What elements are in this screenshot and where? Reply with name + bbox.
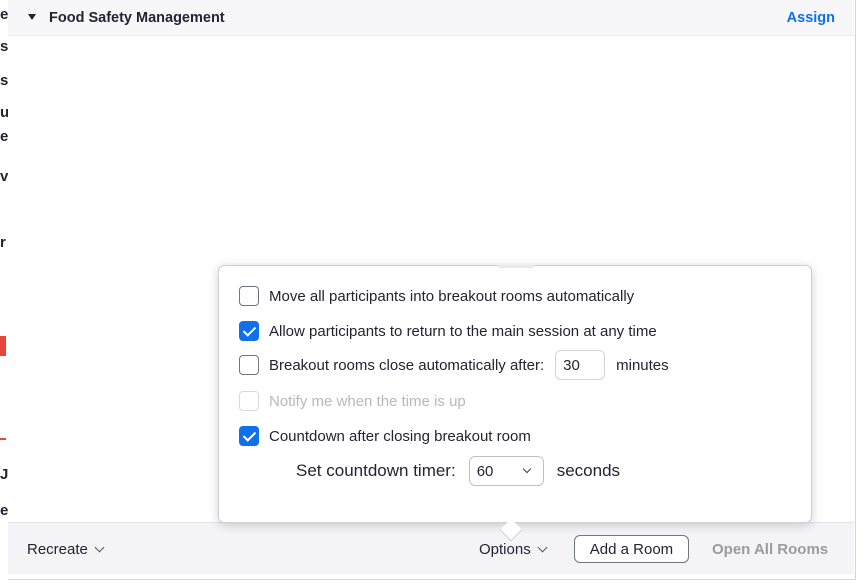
add-room-button[interactable]: Add a Room <box>574 535 689 563</box>
timer-label: Set countdown timer: <box>296 461 456 480</box>
options-button[interactable]: Options <box>479 541 548 558</box>
options-popup: Move all participants into breakout room… <box>218 265 812 542</box>
move-all-checkbox[interactable] <box>239 286 259 306</box>
option-countdown[interactable]: Countdown after closing breakout room <box>239 426 531 446</box>
recreate-label: Recreate <box>27 541 88 558</box>
countdown-checkbox[interactable] <box>239 426 259 446</box>
notify-checkbox <box>239 391 259 411</box>
option-notify: Notify me when the time is up <box>239 391 466 411</box>
collapse-triangle-icon[interactable] <box>28 14 36 20</box>
popup-notch <box>497 265 535 268</box>
countdown-timer-row: Set countdown timer: 60 seconds <box>296 456 620 486</box>
allow-return-checkbox[interactable] <box>239 321 259 341</box>
room-title: Food Safety Management <box>49 10 225 26</box>
open-all-rooms-button: Open All Rooms <box>712 541 829 558</box>
notify-label: Notify me when the time is up <box>269 392 466 410</box>
chevron-down-icon <box>537 542 548 553</box>
seconds-label: seconds <box>556 461 621 480</box>
option-move-all[interactable]: Move all participants into breakout room… <box>239 286 634 306</box>
options-label: Options <box>479 541 531 558</box>
timer-value: 60 <box>476 462 494 480</box>
assign-button[interactable]: Assign <box>787 10 835 26</box>
countdown-timer-select[interactable]: 60 <box>468 456 544 486</box>
option-auto-close[interactable]: Breakout rooms close automatically after… <box>239 350 669 380</box>
auto-close-minutes-input[interactable]: 30 <box>555 350 606 380</box>
footer-bar: Recreate Options Add a Room Open All Roo… <box>8 522 854 574</box>
countdown-label: Countdown after closing breakout room <box>269 427 531 445</box>
auto-close-label: Breakout rooms close automatically after… <box>269 356 545 374</box>
background-window-edge: e s s u e v r J e <box>0 0 8 588</box>
allow-return-label: Allow participants to return to the main… <box>269 322 657 340</box>
move-all-label: Move all participants into breakout room… <box>269 287 635 305</box>
auto-close-checkbox[interactable] <box>239 355 259 375</box>
chevron-down-icon <box>522 464 531 474</box>
chevron-down-icon <box>94 542 105 553</box>
room-row[interactable]: Food Safety Management Assign <box>8 0 854 36</box>
minutes-label: minutes <box>616 356 669 374</box>
recreate-button[interactable]: Recreate <box>27 541 105 558</box>
option-allow-return[interactable]: Allow participants to return to the main… <box>239 321 657 341</box>
